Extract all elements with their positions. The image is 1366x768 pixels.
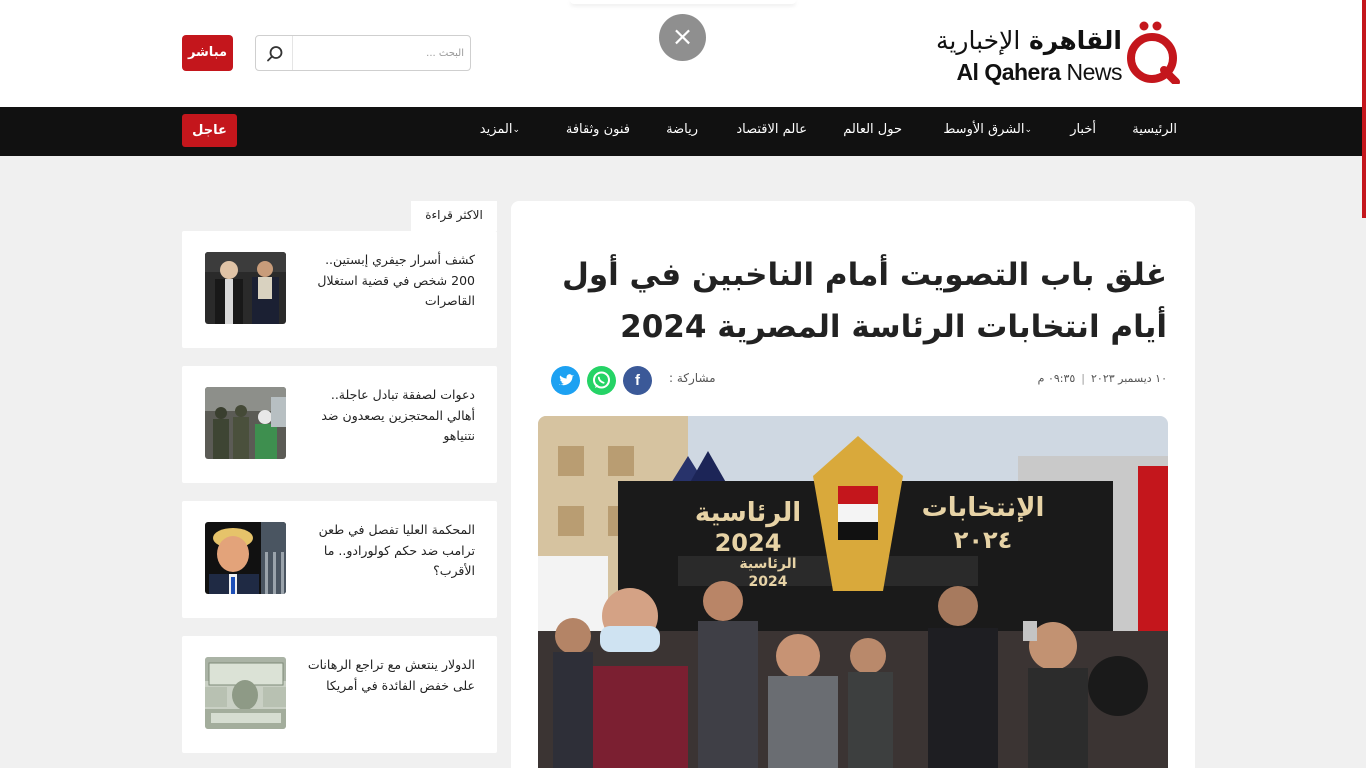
twitter-share-icon[interactable] (551, 366, 580, 395)
nav-item-middle-east[interactable]: الشرق الأوسط⌄ (943, 107, 1036, 156)
logo-mark-icon (1127, 21, 1180, 84)
article-card: غلق باب التصويت أمام الناخبين في أول أيا… (511, 201, 1195, 768)
logo-arabic: القاهرة الإخبارية (936, 26, 1122, 55)
list-item-title[interactable]: المحكمة العليا تفصل في طعن ترامب ضد حكم … (300, 520, 475, 582)
nav-item-news[interactable]: أخبار (1070, 107, 1096, 156)
whatsapp-share-icon[interactable] (587, 366, 616, 395)
nav-item-more[interactable]: المزيد⌄ (480, 107, 524, 156)
nav-item-label: المزيد (479, 122, 513, 137)
list-item-title[interactable]: دعوات لصفقة تبادل عاجلة.. أهالي المحتجزي… (300, 385, 475, 447)
site-header: القاهرة الإخبارية Al Qahera News × مباشر (0, 0, 1366, 107)
nav-item-home[interactable]: الرئيسية (1132, 107, 1177, 156)
hero-sign-right-text: الإنتخابات (922, 493, 1045, 523)
hero-sign-right-year: ٢٠٢٤ (954, 526, 1013, 554)
nav-item-economy[interactable]: عالم الاقتصاد (736, 107, 807, 156)
list-item[interactable]: كشف أسرار جيفري إبستين.. 200 شخص في قضية… (182, 231, 497, 348)
date-separator: | (1081, 372, 1086, 385)
list-item[interactable]: الدولار ينتعش مع تراجع الرهانات على خفض … (182, 636, 497, 753)
hero-sign-center-text: الرئاسية (739, 556, 796, 572)
hero-sign-left-year: 2024 (715, 529, 782, 557)
hero-sign-center-year: 2024 (749, 574, 788, 590)
nav-item-world[interactable]: حول العالم (843, 107, 902, 156)
dollar-bills-photo-icon[interactable] (205, 657, 286, 729)
trump-photo-icon[interactable] (205, 522, 286, 594)
site-logo[interactable]: القاهرة الإخبارية Al Qahera News (936, 14, 1184, 86)
search-box[interactable] (255, 35, 471, 71)
most-read-title: الاكثر قراءة (411, 201, 497, 231)
list-item-title[interactable]: الدولار ينتعش مع تراجع الرهانات على خفض … (300, 655, 475, 696)
article-headline: غلق باب التصويت أمام الناخبين في أول أيا… (561, 257, 1167, 345)
nav-item-sports[interactable]: رياضة (666, 107, 698, 156)
header-tab-shadow (570, 0, 796, 4)
date-text: ١٠ ديسمبر ٢٠٢٣ (1091, 372, 1167, 385)
facebook-share-icon[interactable]: f (623, 366, 652, 395)
list-item[interactable]: المحكمة العليا تفصل في طعن ترامب ضد حكم … (182, 501, 497, 618)
search-icon[interactable] (266, 45, 284, 63)
chevron-down-icon: ⌄ (512, 125, 520, 135)
list-item[interactable]: دعوات لصفقة تبادل عاجلة.. أهالي المحتجزي… (182, 366, 497, 483)
share-label: مشاركة : (669, 371, 716, 385)
logo-english: Al Qahera News (956, 59, 1122, 85)
nav-item-label: الشرق الأوسط (943, 122, 1025, 137)
chevron-down-icon: ⌄ (1024, 125, 1032, 135)
article-hero-image[interactable]: الرئاسية 2024 الإنتخابات ٢٠٢٤ الرئاسية 2… (538, 416, 1168, 768)
two-men-photo-icon[interactable] (205, 252, 286, 324)
scroll-indicator[interactable] (1362, 0, 1366, 218)
live-button[interactable]: مباشر (182, 35, 233, 71)
search-input[interactable] (292, 42, 464, 64)
close-button[interactable]: × (659, 14, 706, 61)
hero-sign-left-text: الرئاسية (695, 498, 801, 528)
article-date: ١٠ ديسمبر ٢٠٢٣ | ٠٩:٣٥ م (1038, 372, 1167, 385)
time-text: ٠٩:٣٥ م (1037, 372, 1076, 385)
list-item-title[interactable]: كشف أسرار جيفري إبستين.. 200 شخص في قضية… (300, 250, 475, 312)
breaking-news-button[interactable]: عاجل (182, 114, 237, 147)
main-nav: الرئيسية أخبار الشرق الأوسط⌄ حول العالم … (0, 107, 1362, 156)
nav-item-arts[interactable]: فنون وثقافة (566, 107, 630, 156)
soldiers-photo-icon[interactable] (205, 387, 286, 459)
